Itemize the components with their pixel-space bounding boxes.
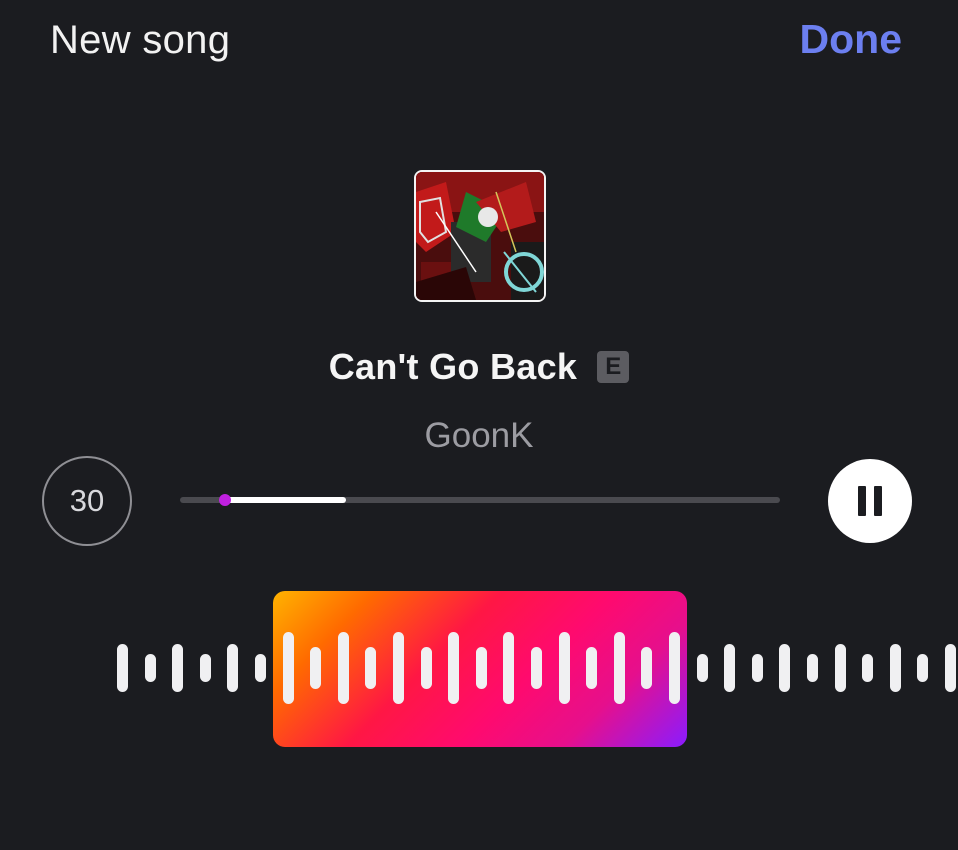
waveform-bar <box>337 632 349 704</box>
waveform-bar <box>586 647 598 689</box>
waveform-bar <box>779 644 791 692</box>
waveform-bar <box>255 654 266 682</box>
song-title: Can't Go Back <box>328 346 578 387</box>
waveform-bar <box>282 632 294 704</box>
artist-name: GoonK <box>424 416 534 455</box>
explicit-badge: E <box>597 351 630 383</box>
waveform-bar <box>365 647 377 689</box>
waveform-bar <box>834 644 846 692</box>
album-art-image <box>416 172 544 300</box>
page-title: New song <box>50 18 231 62</box>
waveform-bar <box>751 654 763 682</box>
waveform-bar <box>199 654 211 682</box>
waveform-bar <box>172 644 184 692</box>
waveform-bar <box>669 632 680 704</box>
waveform-bar <box>475 647 487 689</box>
song-title-row: Can't Go Back E <box>0 346 958 388</box>
waveform-bar <box>310 647 322 689</box>
waveform-bar <box>558 632 570 704</box>
waveform-bar <box>724 644 736 692</box>
progress-track[interactable] <box>180 494 780 506</box>
waveform-bar <box>531 647 542 689</box>
album-art <box>414 170 546 302</box>
done-button[interactable]: Done <box>800 16 903 63</box>
waveform-bar <box>503 632 515 704</box>
waveform-bar <box>227 644 239 692</box>
waveform-bar <box>696 654 708 682</box>
waveform-bar <box>420 647 432 689</box>
progress-start-knob[interactable] <box>219 494 231 506</box>
progress-fill <box>225 497 347 503</box>
waveform-bar <box>393 632 404 704</box>
waveform-bar <box>144 654 156 682</box>
waveform-bar <box>641 647 653 689</box>
waveform-bar <box>889 644 901 692</box>
waveform[interactable] <box>0 590 958 750</box>
waveform-bar <box>448 632 460 704</box>
pause-icon <box>854 486 886 516</box>
pause-button[interactable] <box>828 459 912 543</box>
waveform-bar <box>917 654 929 682</box>
clip-duration-button[interactable]: 30 <box>42 456 132 546</box>
waveform-bar <box>117 644 128 692</box>
waveform-bar <box>862 654 874 682</box>
waveform-bar <box>807 654 818 682</box>
waveform-bar <box>945 644 956 692</box>
waveform-bar <box>613 632 625 704</box>
